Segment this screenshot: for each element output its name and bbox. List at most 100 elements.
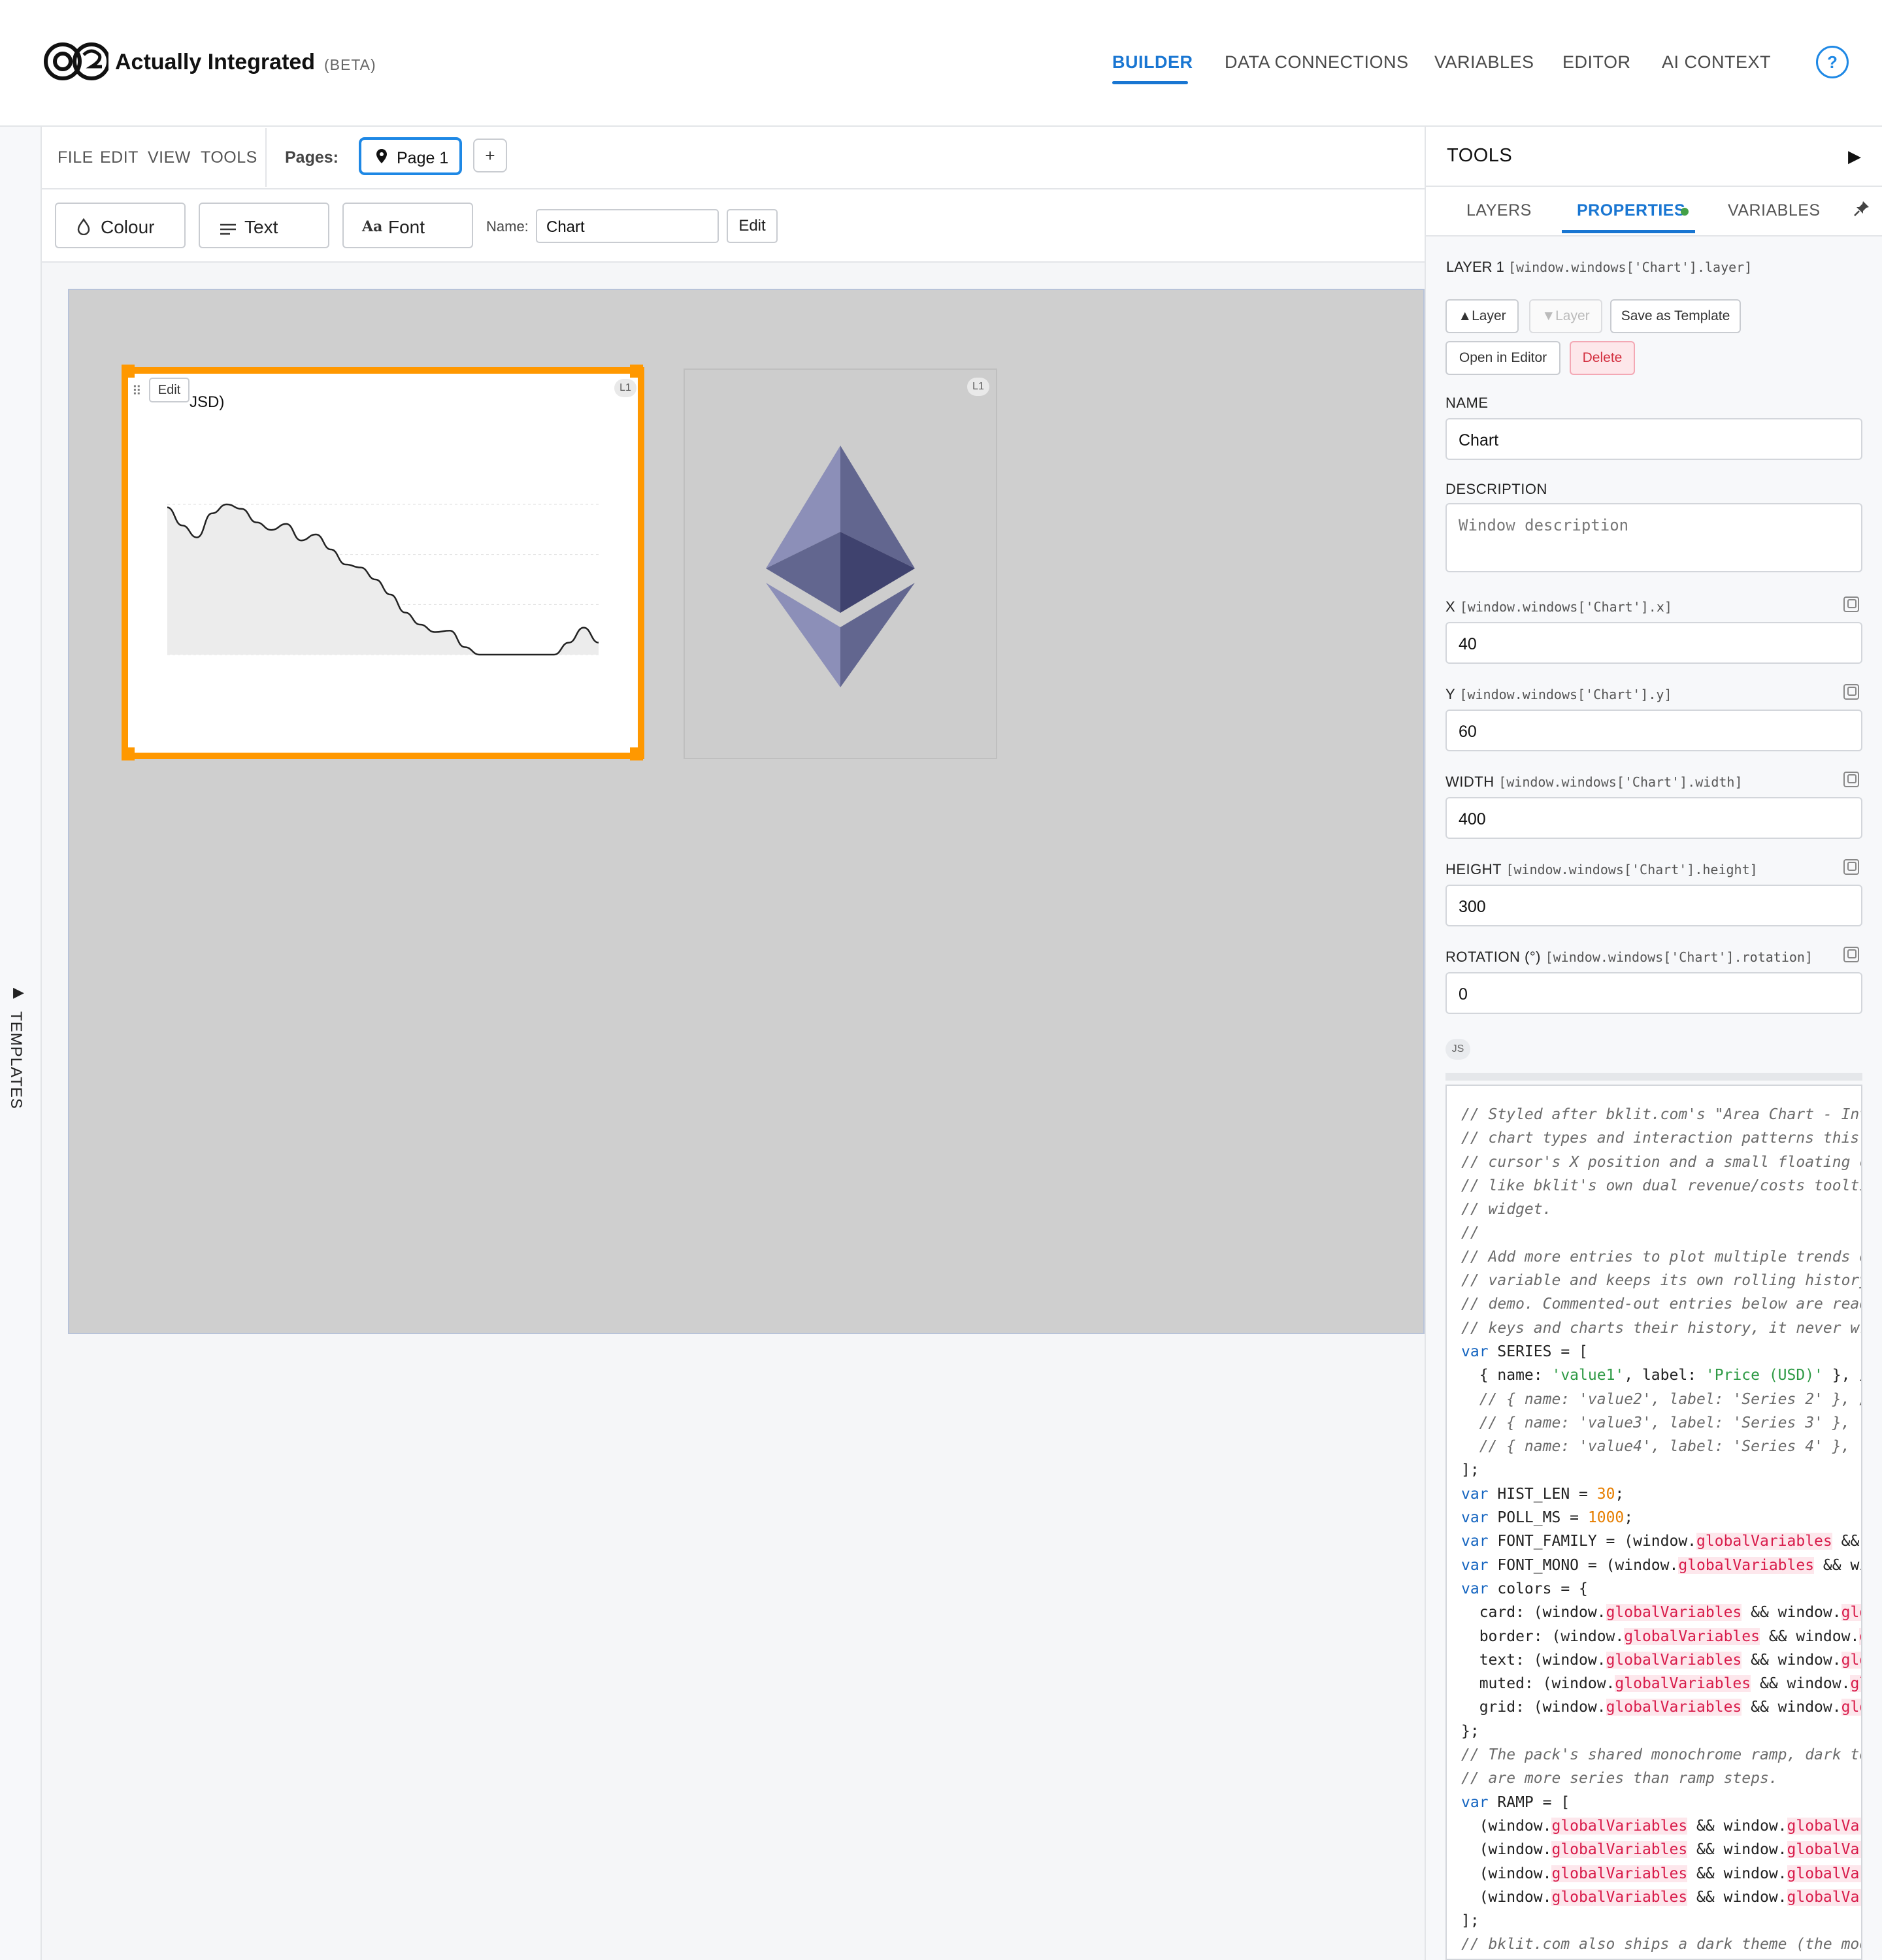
- chart-window[interactable]: [122, 367, 644, 759]
- rotation-label-text: ROTATION (°): [1445, 949, 1541, 965]
- beta-label: (BETA): [324, 56, 376, 73]
- y-label-text: Y: [1445, 686, 1455, 702]
- copy-icon[interactable]: [1843, 596, 1860, 616]
- area-series-fill: [167, 504, 599, 655]
- unsaved-indicator: [1681, 208, 1689, 216]
- menu-divider: [265, 128, 267, 187]
- js-badge: JS: [1445, 1039, 1470, 1060]
- x-label-text: X: [1445, 598, 1456, 615]
- expand-arrow-icon[interactable]: ▶: [13, 984, 24, 1001]
- height-label-text: HEIGHT: [1445, 861, 1502, 877]
- width-label-text: WIDTH: [1445, 774, 1494, 790]
- code-lines: // Styled after bklit.com's "Area Chart …: [1461, 1103, 1861, 1959]
- name-edit-button[interactable]: Edit: [727, 209, 778, 243]
- map-pin-icon: [376, 148, 388, 169]
- image-window[interactable]: [684, 368, 997, 759]
- height-path: [window.windows['Chart'].height]: [1506, 862, 1758, 877]
- x-field-label: X [window.windows['Chart'].x]: [1445, 598, 1672, 615]
- y-path: [window.windows['Chart'].y]: [1459, 687, 1672, 702]
- description-field-label: DESCRIPTION: [1445, 481, 1547, 497]
- resize-handle-top-left[interactable]: [122, 365, 135, 378]
- nav-tab-data-connections[interactable]: DATA CONNECTIONS: [1225, 52, 1409, 73]
- nav-tab-variables[interactable]: VARIABLES: [1434, 52, 1534, 73]
- text-button-label: Text: [244, 217, 278, 237]
- nav-tab-builder[interactable]: BUILDER: [1112, 52, 1193, 73]
- triangle-down-icon: ▼: [1542, 308, 1556, 323]
- window-name-input[interactable]: Chart: [536, 209, 719, 243]
- add-page-button[interactable]: +: [473, 139, 507, 172]
- resize-handle-bottom-left[interactable]: [122, 747, 135, 760]
- tab-variables[interactable]: VARIABLES: [1728, 201, 1821, 220]
- font-button[interactable]: Aa Font: [342, 203, 473, 248]
- name-field-label: NAME: [1445, 395, 1489, 411]
- layer-badge: L1: [614, 379, 636, 397]
- copy-icon[interactable]: [1843, 858, 1860, 879]
- text-lines-icon: [220, 220, 237, 240]
- resize-handle-top-right[interactable]: [630, 365, 643, 378]
- chart-title: JSD): [190, 393, 225, 411]
- drag-handle-icon[interactable]: ⠿: [132, 383, 142, 399]
- copy-icon[interactable]: [1843, 946, 1860, 966]
- colour-button[interactable]: Colour: [55, 203, 186, 248]
- templates-label[interactable]: TEMPLATES: [7, 1011, 25, 1109]
- nav-tab-ai-context[interactable]: AI CONTEXT: [1662, 52, 1771, 73]
- droplet-icon: [77, 218, 90, 240]
- layer-up-label: Layer: [1472, 308, 1506, 323]
- menu-view[interactable]: VIEW: [148, 148, 191, 167]
- layer-heading: LAYER 1 [window.windows['Chart'].layer]: [1446, 259, 1752, 276]
- delete-button[interactable]: Delete: [1570, 341, 1635, 375]
- height-field-label: HEIGHT [window.windows['Chart'].height]: [1445, 861, 1758, 878]
- text-button[interactable]: Text: [199, 203, 329, 248]
- code-divider: [1445, 1073, 1862, 1081]
- app-title: Actually Integrated: [115, 50, 316, 74]
- layer-down-label: Layer: [1555, 308, 1590, 323]
- tools-panel-title: TOOLS: [1447, 145, 1513, 166]
- js-code-editor[interactable]: // Styled after bklit.com's "Area Chart …: [1445, 1085, 1862, 1960]
- layer-path: [window.windows['Chart'].layer]: [1508, 259, 1753, 275]
- menu-file[interactable]: FILE: [58, 148, 93, 167]
- page-tab-label: Page 1: [397, 149, 449, 167]
- open-in-editor-button[interactable]: Open in Editor: [1445, 341, 1560, 375]
- help-button[interactable]: ?: [1816, 46, 1849, 78]
- save-as-template-button[interactable]: Save as Template: [1610, 299, 1741, 333]
- y-field[interactable]: 60: [1445, 710, 1862, 751]
- layer-up-button[interactable]: ▲Layer: [1445, 299, 1519, 333]
- menu-tools[interactable]: TOOLS: [201, 148, 257, 167]
- x-field[interactable]: 40: [1445, 622, 1862, 664]
- rotation-field[interactable]: 0: [1445, 972, 1862, 1014]
- width-field[interactable]: 400: [1445, 797, 1862, 839]
- app-logo[interactable]: [43, 39, 110, 86]
- layer-down-button[interactable]: ▼Layer: [1529, 299, 1602, 333]
- pages-label: Pages:: [285, 148, 338, 167]
- chart-edit-button[interactable]: Edit: [149, 378, 190, 402]
- page-tab-page-1[interactable]: Page 1: [359, 137, 462, 175]
- triangle-up-icon: ▲: [1458, 308, 1472, 323]
- colour-button-label: Colour: [101, 217, 155, 237]
- name-field[interactable]: Chart: [1445, 418, 1862, 460]
- nav-tab-editor[interactable]: EDITOR: [1562, 52, 1631, 73]
- resize-handle-bottom-right[interactable]: [630, 747, 643, 760]
- area-chart: [167, 503, 599, 656]
- pin-icon[interactable]: [1853, 200, 1870, 220]
- height-field[interactable]: 300: [1445, 885, 1862, 926]
- y-field-label: Y [window.windows['Chart'].y]: [1445, 686, 1672, 703]
- rotation-path: [window.windows['Chart'].rotation]: [1545, 949, 1813, 965]
- layer-badge: L1: [967, 378, 989, 396]
- layer-heading-label: LAYER 1: [1446, 259, 1504, 275]
- copy-icon[interactable]: [1843, 683, 1860, 704]
- copy-icon[interactable]: [1843, 771, 1860, 791]
- tab-properties[interactable]: PROPERTIES: [1577, 201, 1685, 220]
- collapse-arrow-icon[interactable]: ▶: [1848, 146, 1861, 167]
- x-path: [window.windows['Chart'].x]: [1459, 599, 1672, 615]
- width-field-label: WIDTH [window.windows['Chart'].width]: [1445, 774, 1743, 791]
- name-label: Name:: [486, 218, 529, 235]
- rotation-field-label: ROTATION (°) [window.windows['Chart'].ro…: [1445, 949, 1813, 966]
- tab-layers[interactable]: LAYERS: [1466, 201, 1532, 220]
- ethereum-logo: [766, 446, 915, 687]
- menu-edit[interactable]: EDIT: [100, 148, 139, 167]
- active-tab-indicator: [1112, 81, 1188, 84]
- description-field[interactable]: Window description: [1445, 503, 1862, 572]
- active-tab-indicator: [1562, 230, 1695, 233]
- font-button-label: Font: [388, 217, 425, 237]
- font-icon: Aa: [362, 218, 383, 235]
